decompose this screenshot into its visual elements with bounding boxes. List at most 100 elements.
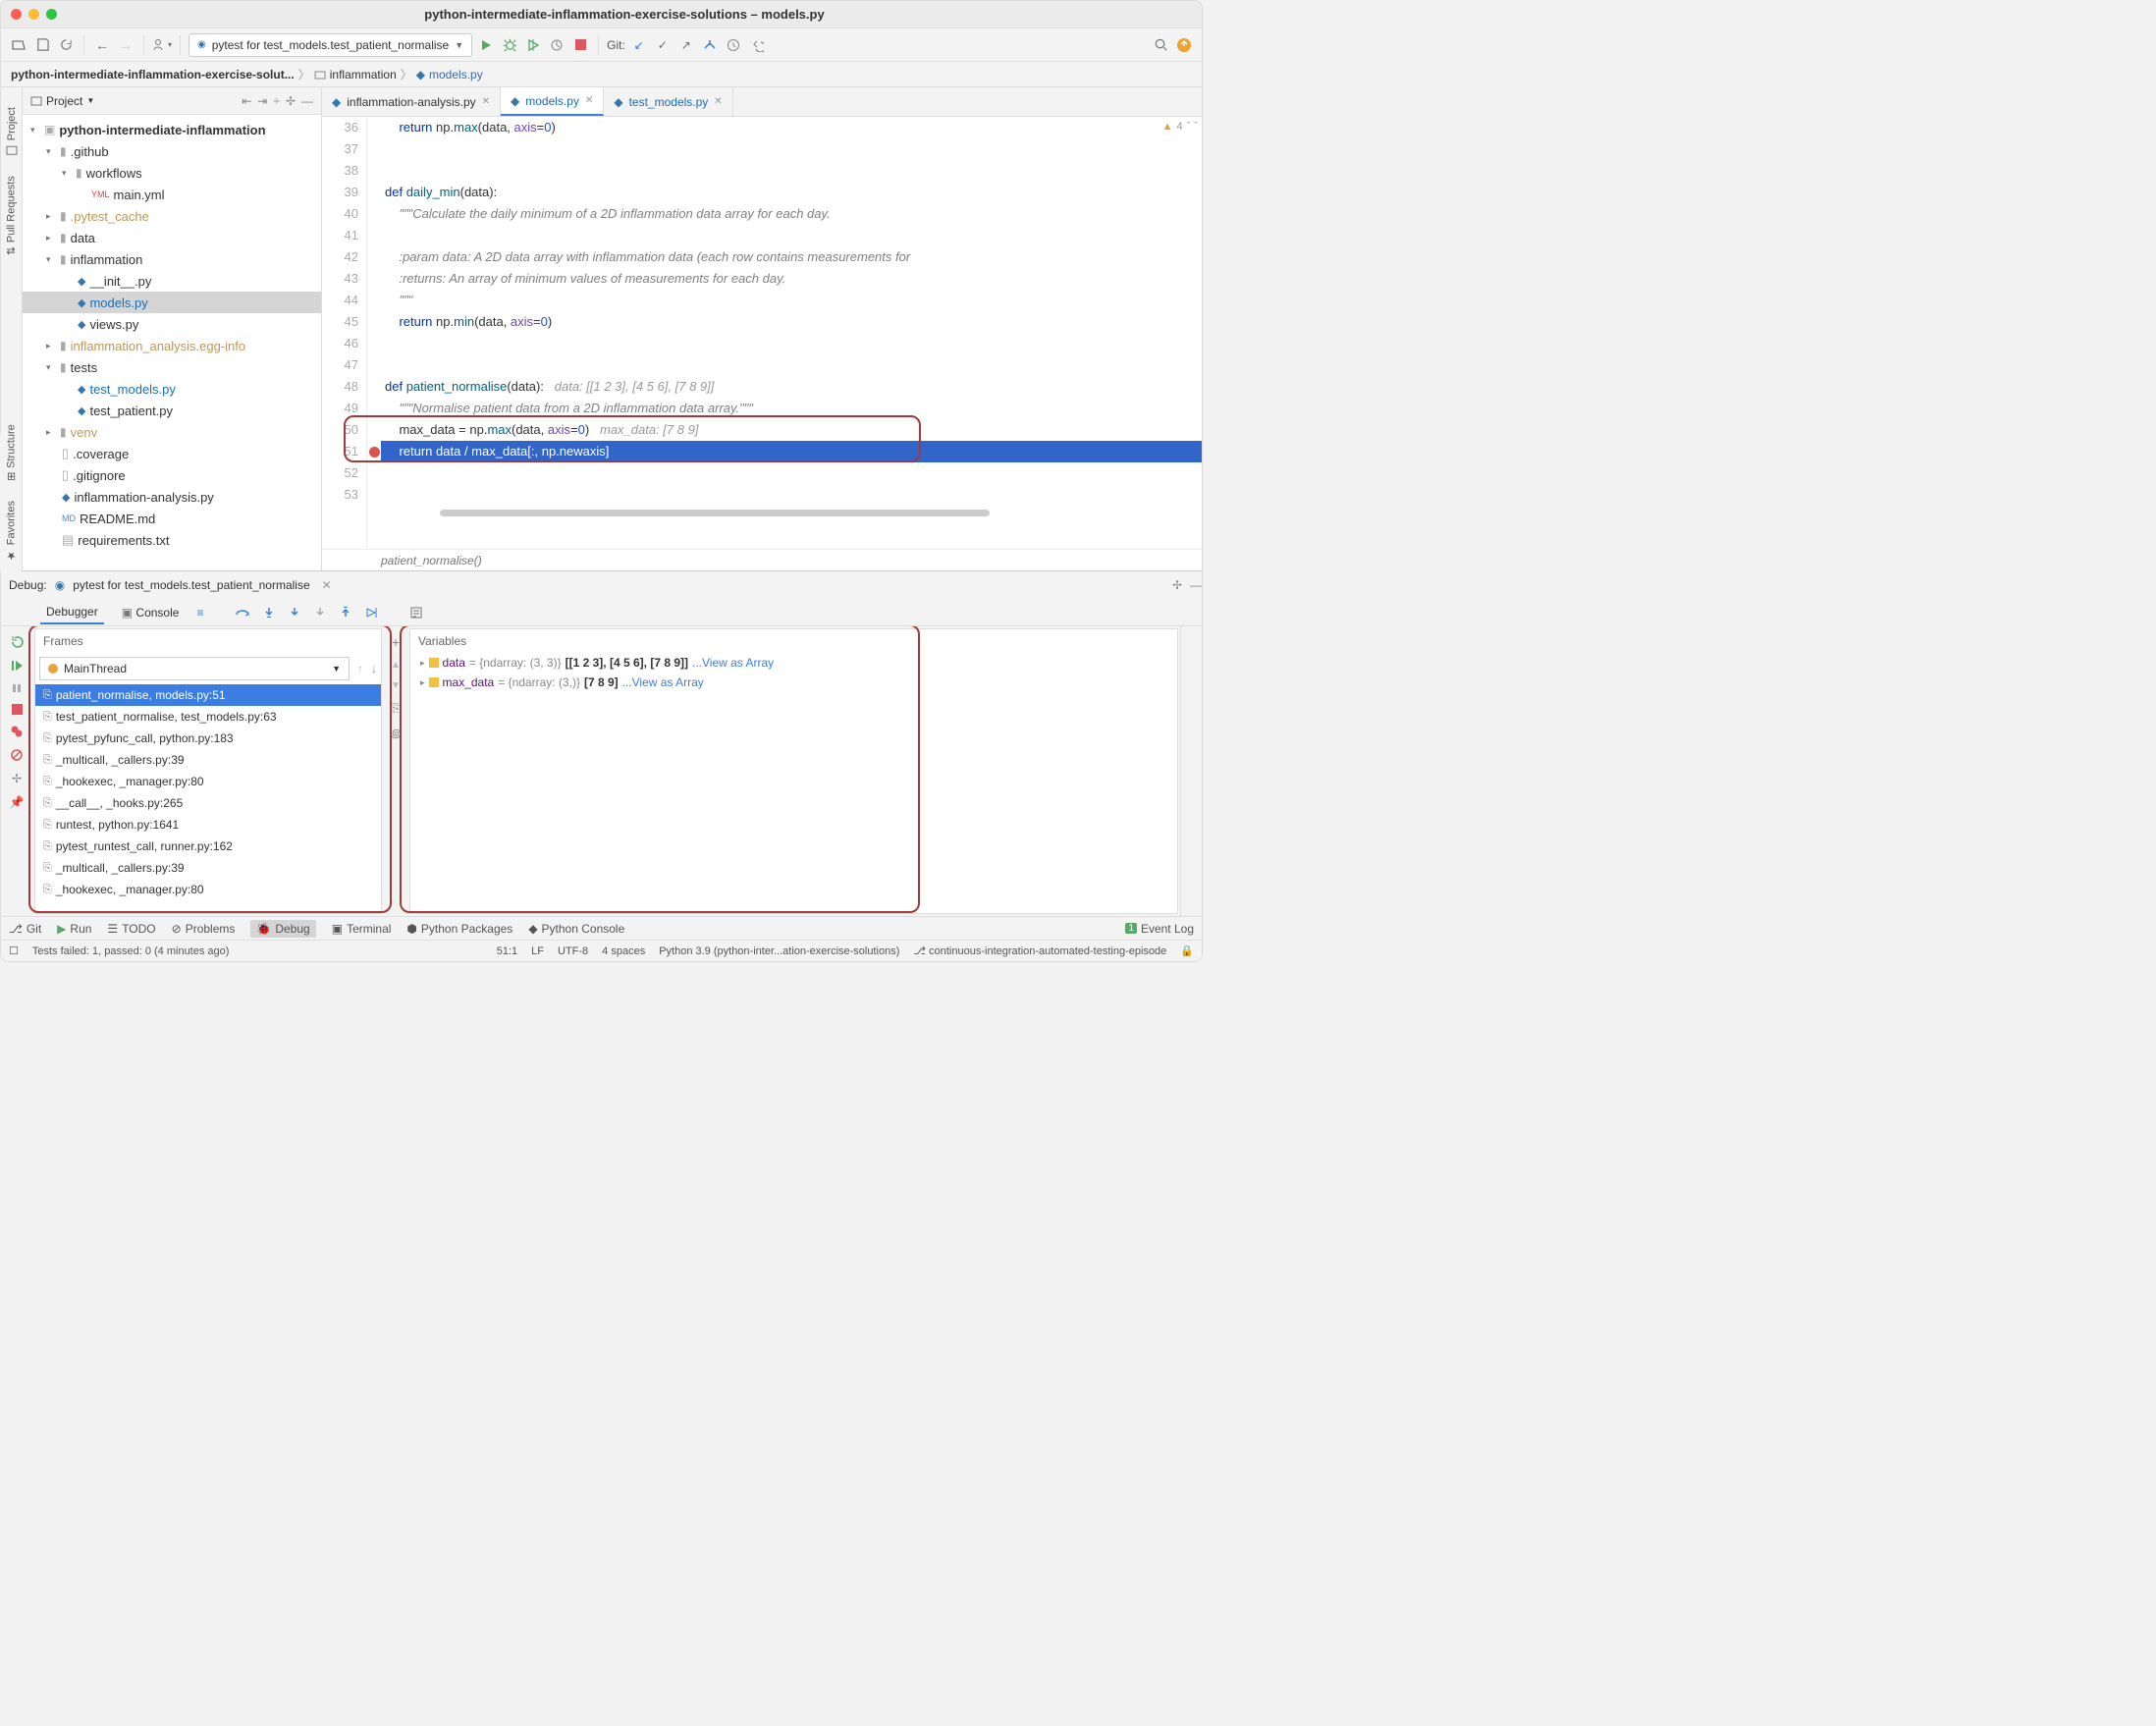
run-to-cursor-icon[interactable] <box>364 606 378 620</box>
pull-requests-side-tab[interactable]: ⇅Pull Requests <box>5 176 18 255</box>
tree-tests[interactable]: ▾▮tests <box>23 356 321 378</box>
tab-models[interactable]: ◆models.py✕ <box>501 87 604 116</box>
ide-update-icon[interactable] <box>1174 35 1194 55</box>
force-step-icon[interactable] <box>313 606 327 620</box>
step-into-my-icon[interactable] <box>288 606 301 620</box>
maximize-window-icon[interactable] <box>46 9 57 20</box>
collapse-icon[interactable]: ⇤ <box>242 94 251 108</box>
git-pull-icon[interactable]: ↙ <box>629 35 649 55</box>
step-into-icon[interactable] <box>262 606 276 620</box>
project-side-tab[interactable]: Project <box>6 107 18 156</box>
test-status[interactable]: Tests failed: 1, passed: 0 (4 minutes ag… <box>32 945 230 957</box>
step-over-icon[interactable] <box>235 606 250 620</box>
breadcrumb-pkg[interactable]: inflammation <box>314 68 397 81</box>
debugger-tab[interactable]: Debugger <box>40 601 104 624</box>
terminal-tab[interactable]: ▣Terminal <box>332 922 392 936</box>
todo-tab[interactable]: ☰TODO <box>107 922 155 936</box>
code-editor[interactable]: ▲4 ˆˇ 36373839 40414243 44454647 4849505… <box>322 117 1202 549</box>
debug-tab[interactable]: 🐞Debug <box>250 920 315 938</box>
breadcrumb-root[interactable]: python-intermediate-inflammation-exercis… <box>11 68 295 81</box>
stop-debug-icon[interactable] <box>12 704 23 715</box>
debug-icon[interactable] <box>500 35 519 55</box>
interpreter[interactable]: Python 3.9 (python-inter...ation-exercis… <box>659 945 899 957</box>
tree-root[interactable]: ▾▣python-intermediate-inflammation <box>23 119 321 140</box>
pin-icon[interactable]: 📌 <box>10 795 25 809</box>
back-icon[interactable]: ← <box>92 35 112 55</box>
python-packages-tab[interactable]: ⬢Python Packages <box>406 922 512 936</box>
expand-icon[interactable]: ⇥ <box>257 94 267 108</box>
code-text[interactable]: return np.max(data, axis=0) def daily_mi… <box>381 117 1202 549</box>
run-tab[interactable]: ▶Run <box>57 922 91 936</box>
close-tab-icon[interactable]: ✕ <box>585 95 593 106</box>
tree-readme[interactable]: MDREADME.md <box>23 508 321 529</box>
tree-venv[interactable]: ▸▮venv <box>23 421 321 443</box>
hide-panel-icon[interactable]: — <box>301 94 313 108</box>
settings-debug-icon[interactable]: ✢ <box>12 772 22 785</box>
python-console-tab[interactable]: ◆Python Console <box>528 922 624 936</box>
console-tab[interactable]: ▣ Console <box>116 602 186 623</box>
debug-gear-icon[interactable]: ✢ <box>1172 578 1182 592</box>
rerun-icon[interactable] <box>10 634 25 649</box>
git-branch-status[interactable]: ⎇ continuous-integration-automated-testi… <box>913 944 1166 957</box>
save-icon[interactable] <box>32 35 52 55</box>
tree-init[interactable]: ◆__init__.py <box>23 270 321 292</box>
horizontal-scrollbar[interactable] <box>440 510 990 516</box>
hide-debug-icon[interactable]: — <box>1190 578 1202 592</box>
tree-data[interactable]: ▸▮data <box>23 227 321 248</box>
tree-inflammation-analysis[interactable]: ◆inflammation-analysis.py <box>23 486 321 508</box>
users-icon[interactable]: ▾ <box>152 35 172 55</box>
forward-icon[interactable]: → <box>116 35 135 55</box>
line-ending[interactable]: LF <box>531 945 544 957</box>
event-log-tab[interactable]: 1Event Log <box>1125 922 1194 936</box>
caret-position[interactable]: 51:1 <box>497 945 517 957</box>
git-history-icon[interactable] <box>700 35 720 55</box>
tree-coverage[interactable]: ▯.coverage <box>23 443 321 464</box>
evaluate-icon[interactable] <box>409 606 423 620</box>
search-icon[interactable] <box>1151 35 1170 55</box>
resume-icon[interactable] <box>10 659 24 673</box>
tree-pytest-cache[interactable]: ▸▮.pytest_cache <box>23 205 321 227</box>
view-breakpoints-icon[interactable] <box>10 725 24 738</box>
refresh-icon[interactable] <box>56 35 76 55</box>
run-config-selector[interactable]: ◉ pytest for test_models.test_patient_no… <box>189 33 472 57</box>
run-icon[interactable] <box>476 35 496 55</box>
favorites-side-tab[interactable]: ★Favorites <box>5 501 18 562</box>
pause-icon[interactable] <box>11 682 23 694</box>
tree-workflows[interactable]: ▾▮workflows <box>23 162 321 184</box>
project-tree[interactable]: ▾▣python-intermediate-inflammation ▾▮.gi… <box>23 115 321 570</box>
structure-side-tab[interactable]: ⊞Structure <box>5 424 18 481</box>
threads-icon[interactable]: ≡ <box>196 606 203 620</box>
tree-github[interactable]: ▾▮.github <box>23 140 321 162</box>
tree-test-models[interactable]: ◆test_models.py <box>23 378 321 400</box>
close-debug-icon[interactable]: ✕ <box>322 578 332 592</box>
tree-models[interactable]: ◆models.py <box>23 292 321 313</box>
tree-views[interactable]: ◆views.py <box>23 313 321 335</box>
profile-icon[interactable] <box>547 35 566 55</box>
gear-icon[interactable]: ✢ <box>286 94 296 108</box>
git-push-icon[interactable]: ↗ <box>676 35 696 55</box>
close-tab-icon[interactable]: ✕ <box>482 96 490 107</box>
indent-setting[interactable]: 4 spaces <box>602 945 645 957</box>
coverage-icon[interactable] <box>523 35 543 55</box>
tree-inflammation[interactable]: ▾▮inflammation <box>23 248 321 270</box>
breadcrumb-file[interactable]: ◆ models.py <box>416 68 483 81</box>
editor-breadcrumb[interactable]: patient_normalise() <box>322 549 1202 570</box>
minimize-window-icon[interactable] <box>28 9 39 20</box>
close-window-icon[interactable] <box>11 9 22 20</box>
tab-test-models[interactable]: ◆test_models.py✕ <box>604 87 732 116</box>
step-out-icon[interactable] <box>339 606 352 620</box>
divide-icon[interactable]: ÷ <box>273 94 280 108</box>
tree-requirements[interactable]: ▤requirements.txt <box>23 529 321 551</box>
add-watch-icon[interactable]: + <box>392 634 400 650</box>
breakpoint-gutter[interactable] <box>367 117 381 549</box>
lock-icon[interactable]: 🔒 <box>1180 944 1194 957</box>
stop-icon[interactable] <box>570 35 590 55</box>
tree-test-patient[interactable]: ◆test_patient.py <box>23 400 321 421</box>
mute-breakpoints-icon[interactable] <box>10 748 24 762</box>
tree-egginfo[interactable]: ▸▮inflammation_analysis.egg-info <box>23 335 321 356</box>
git-tab[interactable]: ⎇Git <box>9 922 41 936</box>
clock-icon[interactable] <box>724 35 743 55</box>
file-encoding[interactable]: UTF-8 <box>558 945 588 957</box>
tree-mainyml[interactable]: YMLmain.yml <box>23 184 321 205</box>
undo-icon[interactable] <box>747 35 767 55</box>
